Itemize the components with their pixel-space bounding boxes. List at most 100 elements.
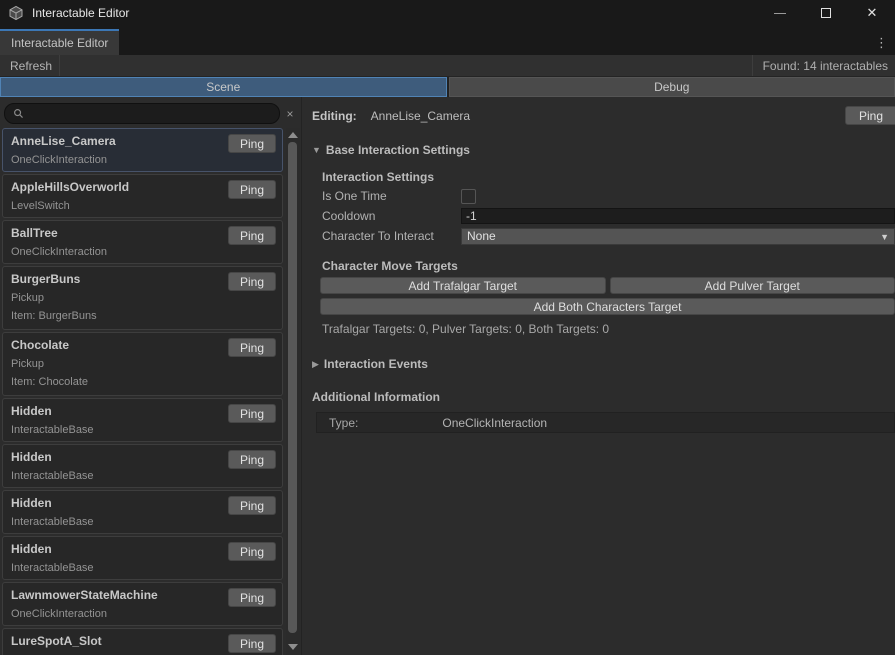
item-subtitle: Item: BurgerBuns xyxy=(11,310,274,323)
interactable-list-panel: × AnneLise_Camera OneClickInteraction Pi… xyxy=(0,97,302,655)
item-ping-button[interactable]: Ping xyxy=(228,338,276,357)
list-item[interactable]: AnneLise_Camera OneClickInteraction Ping xyxy=(2,128,283,172)
list-item[interactable]: BurgerBuns PickupItem: BurgerBuns Ping xyxy=(2,266,283,330)
toolbar: Refresh Found: 14 interactables xyxy=(0,55,895,77)
maximize-icon xyxy=(821,8,831,18)
item-ping-button[interactable]: Ping xyxy=(228,134,276,153)
item-ping-button[interactable]: Ping xyxy=(228,180,276,199)
list-scrollbar[interactable] xyxy=(286,128,300,655)
tab-debug-label: Debug xyxy=(654,80,689,94)
item-details: InteractableBase xyxy=(11,516,274,529)
item-details: InteractableBase xyxy=(11,562,274,575)
view-tabs: Scene Debug xyxy=(0,77,895,97)
list-item[interactable]: AppleHillsOverworld LevelSwitch Ping xyxy=(2,174,283,218)
item-details: PickupItem: BurgerBuns xyxy=(11,292,274,323)
item-ping-button[interactable]: Ping xyxy=(228,588,276,607)
title-bar: Interactable Editor ✕ xyxy=(0,0,895,26)
item-ping-button[interactable]: Ping xyxy=(228,272,276,291)
character-label: Character To Interact xyxy=(322,229,461,243)
search-input[interactable] xyxy=(5,107,279,121)
list-item[interactable]: LawnmowerStateMachine OneClickInteractio… xyxy=(2,582,283,626)
search-row: × xyxy=(4,103,298,124)
editing-row: Editing: AnneLise_Camera Ping xyxy=(312,105,895,127)
item-ping-button[interactable]: Ping xyxy=(228,450,276,469)
foldout-closed-icon: ▶ xyxy=(312,359,319,370)
item-details: InteractableBase xyxy=(11,424,274,437)
tab-interactable-editor[interactable]: Interactable Editor xyxy=(0,29,119,55)
item-ping-button[interactable]: Ping xyxy=(228,496,276,515)
list-item[interactable]: Hidden InteractableBase Ping xyxy=(2,398,283,442)
item-ping-button[interactable]: Ping xyxy=(228,634,276,653)
window-title: Interactable Editor xyxy=(32,6,129,20)
list-item[interactable]: BallTree OneClickInteraction Ping xyxy=(2,220,283,264)
item-subtitle: OneClickInteraction xyxy=(11,608,274,621)
search-icon xyxy=(13,108,24,122)
type-row: Type: OneClickInteraction xyxy=(316,412,895,433)
item-ping-button[interactable]: Ping xyxy=(228,404,276,423)
item-subtitle: LevelSwitch xyxy=(11,200,274,213)
is-one-time-label: Is One Time xyxy=(322,189,461,203)
list-item[interactable]: Chocolate PickupItem: Chocolate Ping xyxy=(2,332,283,396)
found-count: Found: 14 interactables xyxy=(752,55,895,76)
scrollbar-thumb[interactable] xyxy=(288,142,297,633)
editing-value: AnneLise_Camera xyxy=(371,109,470,123)
character-dropdown[interactable]: None ▼ xyxy=(461,228,895,245)
list-item[interactable]: LureSpotA_Slot OneClickInteraction Ping xyxy=(2,628,283,655)
item-subtitle: OneClickInteraction xyxy=(11,154,274,167)
item-subtitle: Item: Chocolate xyxy=(11,376,274,389)
type-value: OneClickInteraction xyxy=(442,416,547,430)
item-subtitle: InteractableBase xyxy=(11,424,274,437)
window-controls: ✕ xyxy=(757,0,895,26)
minimize-button[interactable] xyxy=(757,0,803,26)
item-ping-button[interactable]: Ping xyxy=(228,226,276,245)
target-buttons-row: Add Trafalgar Target Add Pulver Target xyxy=(320,277,895,294)
item-subtitle: Pickup xyxy=(11,358,274,371)
targets-summary: Trafalgar Targets: 0, Pulver Targets: 0,… xyxy=(322,322,895,336)
foldout-open-icon: ▼ xyxy=(312,145,321,155)
item-details: OneClickInteraction xyxy=(11,246,274,259)
add-trafalgar-target-button[interactable]: Add Trafalgar Target xyxy=(320,277,606,294)
main-content: × AnneLise_Camera OneClickInteraction Pi… xyxy=(0,97,895,655)
cooldown-label: Cooldown xyxy=(322,209,461,223)
inspector-ping-button[interactable]: Ping xyxy=(845,106,895,125)
item-details: Pickup Item: Chocolate xyxy=(11,358,274,389)
refresh-button[interactable]: Refresh xyxy=(0,55,60,76)
item-details: LevelSwitch xyxy=(11,200,274,213)
list-item[interactable]: Hidden InteractableBase Ping xyxy=(2,490,283,534)
list-item[interactable]: Hidden InteractableBase Ping xyxy=(2,536,283,580)
cooldown-row: Cooldown xyxy=(322,206,895,226)
minimize-icon xyxy=(774,13,786,14)
editing-label: Editing: xyxy=(312,109,357,123)
item-details: OneClickInteraction xyxy=(11,608,274,621)
scroll-up-icon[interactable] xyxy=(288,132,298,138)
cooldown-input[interactable] xyxy=(461,208,895,224)
interaction-events-label: Interaction Events xyxy=(324,357,428,371)
list-item[interactable]: Hidden InteractableBase Ping xyxy=(2,444,283,488)
found-count-label: Found: 14 interactables xyxy=(763,59,888,73)
item-details: InteractableBase xyxy=(11,470,274,483)
type-label: Type: xyxy=(329,416,358,430)
item-subtitle: InteractableBase xyxy=(11,516,274,529)
search-clear-button[interactable]: × xyxy=(282,104,298,124)
tab-scene[interactable]: Scene xyxy=(0,77,447,97)
search-box xyxy=(4,103,280,124)
item-details: OneClickInteraction xyxy=(11,154,274,167)
add-both-targets-button[interactable]: Add Both Characters Target xyxy=(320,298,895,315)
item-subtitle: OneClickInteraction xyxy=(11,246,274,259)
interaction-events-foldout[interactable]: ▶ Interaction Events xyxy=(312,357,895,371)
is-one-time-row: Is One Time xyxy=(322,186,895,206)
add-pulver-target-button[interactable]: Add Pulver Target xyxy=(610,277,895,294)
tab-label: Interactable Editor xyxy=(11,36,108,50)
item-subtitle: InteractableBase xyxy=(11,470,274,483)
base-settings-foldout[interactable]: ▼ Base Interaction Settings xyxy=(312,143,895,157)
scroll-down-icon[interactable] xyxy=(288,644,298,650)
additional-information-header: Additional Information xyxy=(312,390,895,404)
kebab-menu-icon[interactable]: ⋮ xyxy=(875,35,895,55)
base-settings-label: Base Interaction Settings xyxy=(326,143,470,157)
is-one-time-checkbox[interactable] xyxy=(461,189,476,204)
close-button[interactable]: ✕ xyxy=(849,0,895,26)
character-row: Character To Interact None ▼ xyxy=(322,226,895,246)
maximize-button[interactable] xyxy=(803,0,849,26)
tab-debug[interactable]: Debug xyxy=(449,77,895,97)
item-ping-button[interactable]: Ping xyxy=(228,542,276,561)
